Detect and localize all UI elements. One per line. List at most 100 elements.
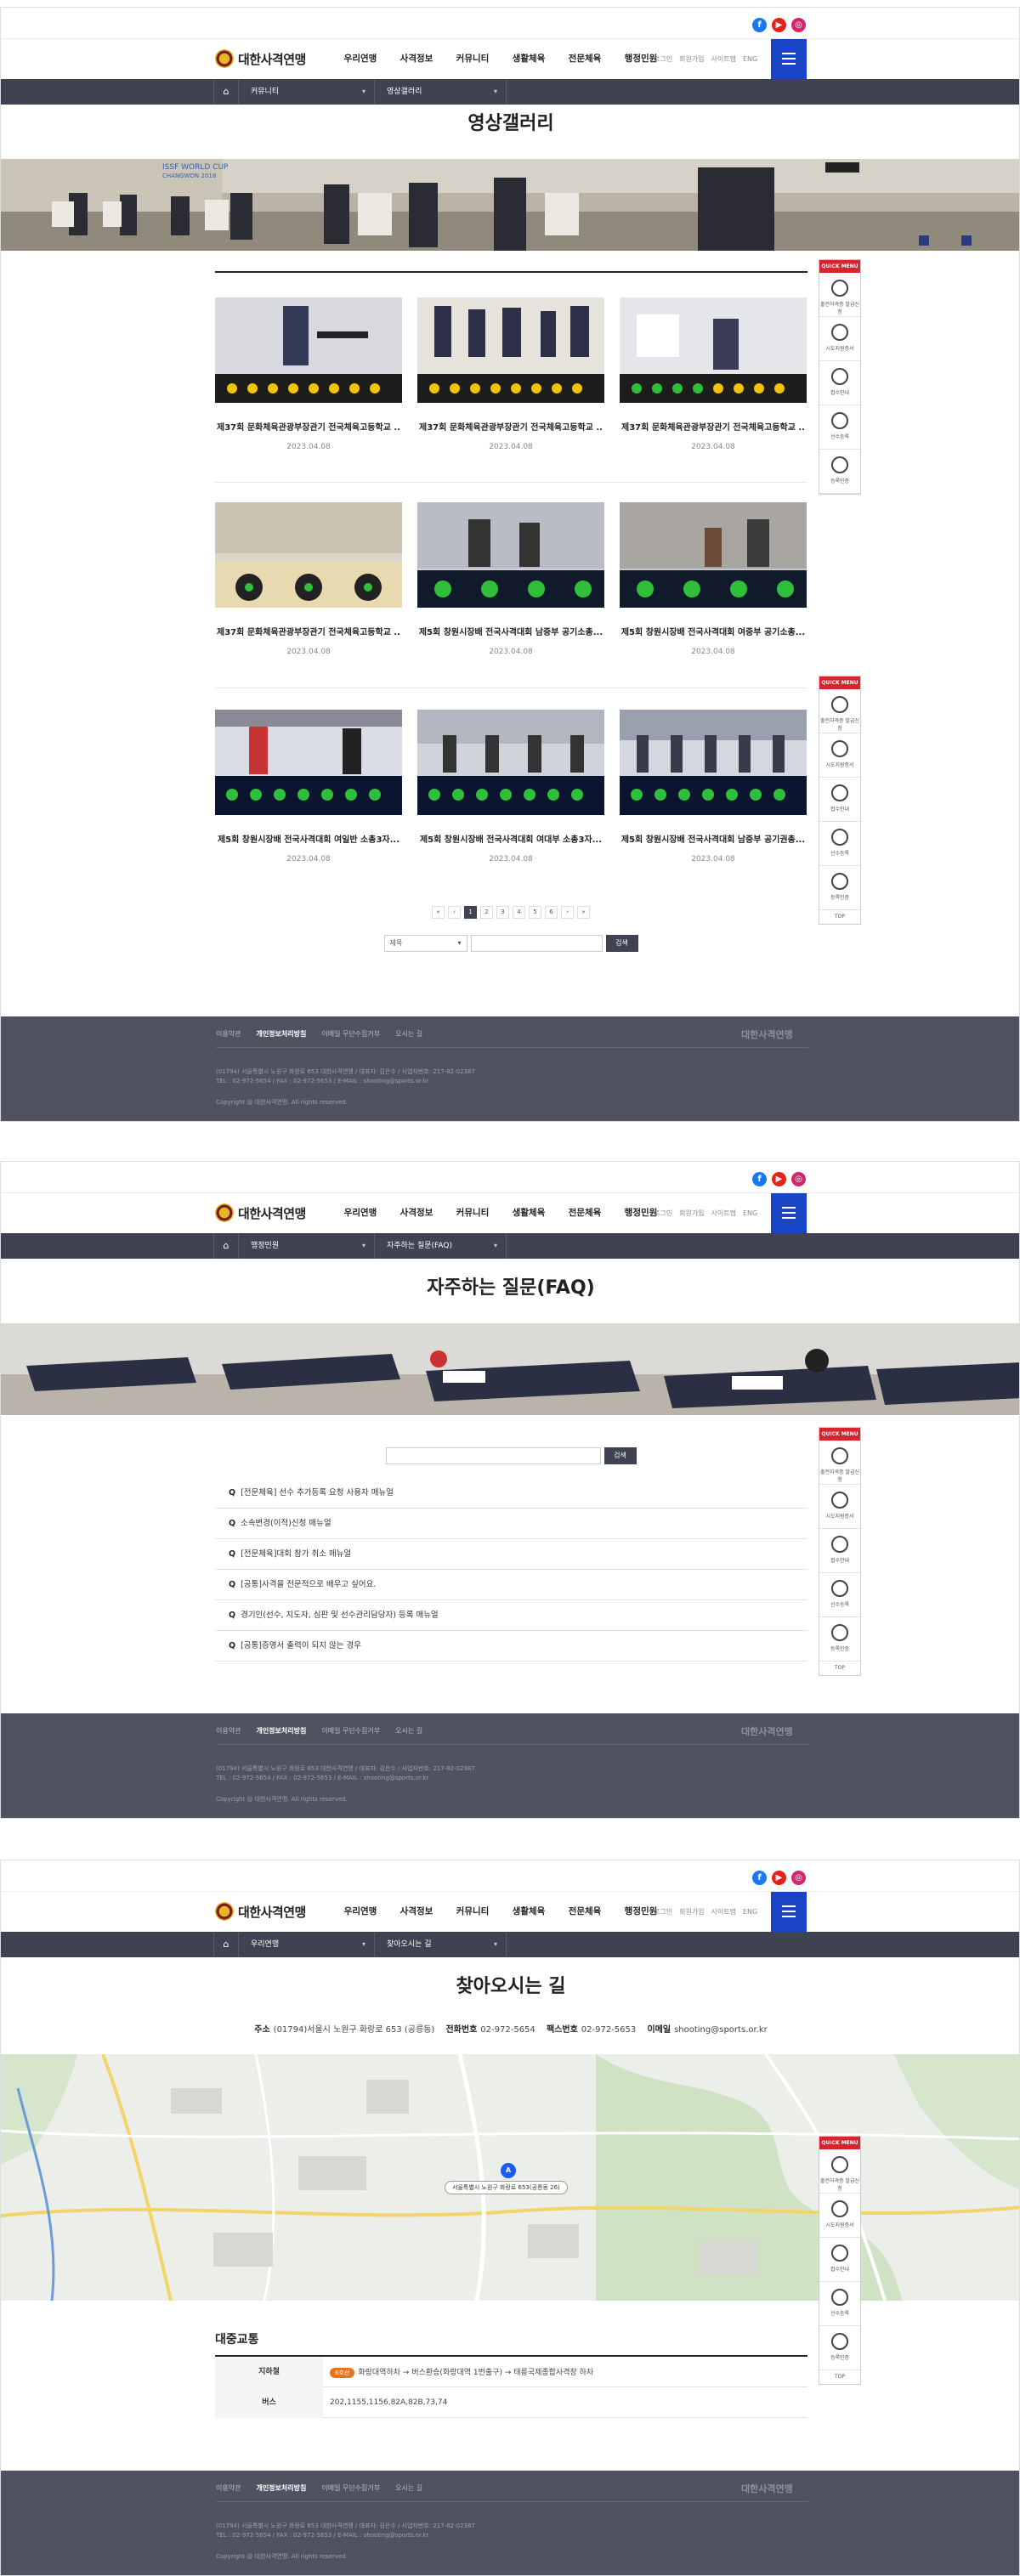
instagram-icon[interactable]: ◎	[791, 18, 806, 32]
depth2-select[interactable]: 영상갤러리 ▾	[375, 79, 507, 105]
eng-link[interactable]: ENG	[743, 1892, 757, 1932]
sitemap-link[interactable]: 사이트맵	[711, 39, 736, 79]
faq-item[interactable]: Q [전문체육]대회 참가 취소 매뉴얼	[215, 1539, 808, 1570]
quick-item[interactable]: 선수등록	[819, 405, 860, 450]
map-marker-icon[interactable]: A	[501, 2163, 516, 2178]
faq-question[interactable]: [전문체육]대회 참가 취소 매뉴얼	[241, 1549, 351, 1559]
menu-item-federation[interactable]: 우리연맹	[332, 1892, 388, 1932]
prev-page-button[interactable]: ‹	[448, 906, 461, 919]
gallery-item-title[interactable]: 제37회 문화체육관광부장관기 전국체육고등학교 ..	[215, 420, 402, 433]
page-number[interactable]: 2	[480, 906, 493, 919]
quick-item[interactable]: 접수안내	[819, 778, 860, 822]
faq-item[interactable]: Q [전문체육] 선수 추가등록 요청 사용자 매뉴얼	[215, 1478, 808, 1509]
site-logo[interactable]: 대한사격연맹	[215, 1203, 306, 1222]
page-number[interactable]: 3	[496, 906, 509, 919]
gallery-item[interactable]: 제37회 문화체육관광부장관기 전국체육고등학교 .. 2023.04.08	[215, 297, 402, 451]
email-policy-link[interactable]: 이메일 무단수집거부	[321, 1029, 380, 1039]
faq-item[interactable]: Q [공통]증명서 출력이 되지 않는 경우	[215, 1631, 808, 1662]
quick-item[interactable]: 출전자격증 발급신청	[819, 1441, 860, 1485]
menu-item-community[interactable]: 커뮤니티	[445, 39, 501, 79]
quick-item[interactable]: 등록인증	[819, 866, 860, 910]
gallery-item[interactable]: 제5회 창원시장배 전국사격대회 여중부 공기소총... 2023.04.08	[620, 502, 807, 656]
depth1-select[interactable]: 커뮤니티 ▾	[239, 79, 375, 105]
gallery-item[interactable]: 제5회 창원시장배 전국사격대회 남중부 공기권총... 2023.04.08	[620, 710, 807, 863]
page-number[interactable]: 6	[545, 906, 558, 919]
quick-item[interactable]: 등록인증	[819, 450, 860, 494]
page-number[interactable]: 4	[513, 906, 525, 919]
home-icon[interactable]: ⌂	[213, 1932, 239, 1957]
video-thumbnail[interactable]	[417, 502, 604, 608]
join-link[interactable]: 회원가입	[679, 1892, 704, 1932]
home-icon[interactable]: ⌂	[213, 79, 239, 105]
video-thumbnail[interactable]	[215, 502, 402, 608]
sitemap-link[interactable]: 사이트맵	[711, 1193, 736, 1233]
directions-link[interactable]: 오시는 길	[395, 2483, 422, 2493]
next-page-button[interactable]: ›	[561, 906, 574, 919]
faq-search-button[interactable]: 검색	[604, 1447, 637, 1464]
gallery-item-title[interactable]: 제5회 창원시장배 전국사격대회 남중부 공기권총...	[620, 832, 807, 845]
quick-item[interactable]: 출전자격증 발급신청	[819, 2149, 860, 2194]
site-logo[interactable]: 대한사격연맹	[215, 49, 306, 68]
join-link[interactable]: 회원가입	[679, 1193, 704, 1233]
email-policy-link[interactable]: 이메일 무단수집거부	[321, 1726, 380, 1735]
quick-item[interactable]: 등록인증	[819, 1617, 860, 1662]
location-map[interactable]: A 서울특별시 노원구 화랑로 653(공릉동 26)	[1, 2054, 1019, 2301]
privacy-link[interactable]: 개인정보처리방침	[256, 1029, 306, 1039]
terms-link[interactable]: 이용약관	[216, 1726, 241, 1735]
video-thumbnail[interactable]	[620, 502, 807, 608]
terms-link[interactable]: 이용약관	[216, 2483, 241, 2493]
faq-question[interactable]: [공통]증명서 출력이 되지 않는 경우	[241, 1641, 361, 1650]
gallery-item[interactable]: 제37회 문화체육관광부장관기 전국체육고등학교 .. 2023.04.08	[215, 502, 402, 656]
menu-item-community[interactable]: 커뮤니티	[445, 1892, 501, 1932]
menu-item-sports-for-all[interactable]: 생활체육	[501, 1892, 557, 1932]
menu-item-federation[interactable]: 우리연맹	[332, 1193, 388, 1233]
faq-search-input[interactable]	[385, 1447, 601, 1464]
first-page-button[interactable]: «	[432, 906, 445, 919]
menu-item-elite-sports[interactable]: 전문체육	[557, 1892, 613, 1932]
faq-question[interactable]: [공통]사격을 전문적으로 배우고 싶어요.	[241, 1580, 376, 1589]
video-thumbnail[interactable]	[620, 297, 807, 403]
depth1-select[interactable]: 행정민원 ▾	[239, 1233, 375, 1259]
video-thumbnail[interactable]	[417, 297, 604, 403]
hamburger-menu-icon[interactable]	[771, 1193, 807, 1233]
terms-link[interactable]: 이용약관	[216, 1029, 241, 1039]
instagram-icon[interactable]: ◎	[791, 1871, 806, 1885]
login-link[interactable]: 로그인	[654, 1892, 672, 1932]
gallery-item-title[interactable]: 제37회 문화체육관광부장관기 전국체육고등학교 ..	[417, 420, 604, 433]
video-thumbnail[interactable]	[620, 710, 807, 815]
facebook-icon[interactable]: f	[752, 1871, 767, 1885]
quick-item[interactable]: 선수등록	[819, 2282, 860, 2326]
facebook-icon[interactable]: f	[752, 1172, 767, 1186]
gallery-item-title[interactable]: 제5회 창원시장배 전국사격대회 여대부 소총3자...	[417, 832, 604, 845]
privacy-link[interactable]: 개인정보처리방침	[256, 1726, 306, 1735]
faq-question[interactable]: 경기인(선수, 지도자, 심판 및 선수관리담당자) 등록 매뉴얼	[241, 1611, 439, 1620]
depth2-select[interactable]: 찾아오시는 길 ▾	[375, 1932, 507, 1957]
menu-item-sports-for-all[interactable]: 생활체육	[501, 39, 557, 79]
quick-item[interactable]: 시도지원증서	[819, 1485, 860, 1529]
top-button[interactable]: TOP	[819, 2370, 860, 2384]
search-button[interactable]: 검색	[605, 935, 638, 952]
depth1-select[interactable]: 우리연맹 ▾	[239, 1932, 375, 1957]
quick-item[interactable]: 선수등록	[819, 822, 860, 866]
video-thumbnail[interactable]	[215, 710, 402, 815]
facebook-icon[interactable]: f	[752, 18, 767, 32]
hamburger-menu-icon[interactable]	[771, 1892, 807, 1932]
menu-item-sports-for-all[interactable]: 생활체육	[501, 1193, 557, 1233]
hamburger-menu-icon[interactable]	[771, 39, 807, 79]
quick-item[interactable]: 출전자격증 발급신청	[819, 689, 860, 733]
privacy-link[interactable]: 개인정보처리방침	[256, 2483, 306, 2493]
email-value[interactable]: shooting@sports.or.kr	[674, 2025, 768, 2035]
sitemap-link[interactable]: 사이트맵	[711, 1892, 736, 1932]
quick-item[interactable]: 접수안내	[819, 1529, 860, 1573]
quick-item[interactable]: 출전자격증 발급신청	[819, 273, 860, 317]
gallery-item-title[interactable]: 제37회 문화체육관광부장관기 전국체육고등학교 ..	[215, 625, 402, 637]
login-link[interactable]: 로그인	[654, 1193, 672, 1233]
quick-item[interactable]: 등록인증	[819, 2326, 860, 2370]
faq-item[interactable]: Q 소속변경(이적)신청 매뉴얼	[215, 1509, 808, 1539]
email-policy-link[interactable]: 이메일 무단수집거부	[321, 2483, 380, 2493]
directions-link[interactable]: 오시는 길	[395, 1726, 422, 1735]
eng-link[interactable]: ENG	[743, 39, 757, 79]
gallery-item[interactable]: 제5회 창원시장배 전국사격대회 여일반 소총3자... 2023.04.08	[215, 710, 402, 863]
page-number[interactable]: 5	[529, 906, 541, 919]
site-logo[interactable]: 대한사격연맹	[215, 1902, 306, 1921]
